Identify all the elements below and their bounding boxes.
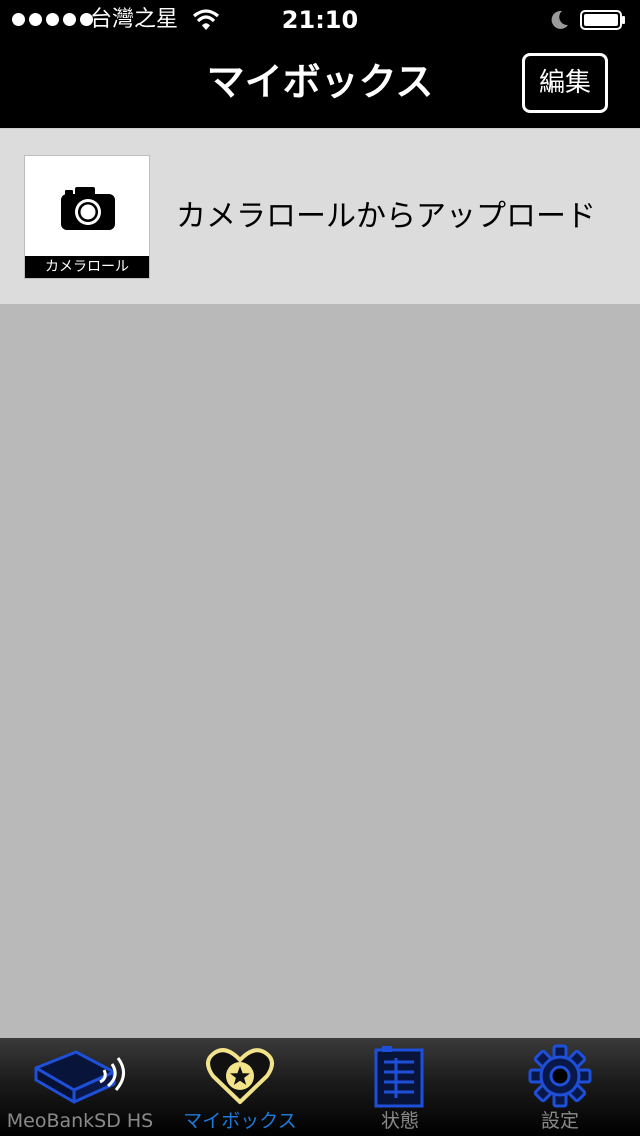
device-wifi-icon (34, 1050, 125, 1104)
list-item-label: カメラロールからアップロード (176, 199, 596, 234)
navigation-bar: マイボックス 編集 (0, 40, 640, 128)
camera-roll-thumbnail: カメラロール (24, 155, 150, 279)
tab-label: マイボックス (183, 1110, 297, 1132)
heart-star-icon (206, 1048, 274, 1104)
gear-icon (528, 1044, 592, 1108)
do-not-disturb-moon-icon (551, 10, 568, 29)
thumbnail-label: カメラロール (25, 256, 149, 278)
tab-status[interactable]: 状態 (320, 1038, 480, 1136)
tab-meobanksd-hs[interactable]: MeoBankSD HS (0, 1038, 160, 1136)
camera-icon (61, 187, 115, 230)
tab-bar: MeoBankSD HS マイボックス 状態 設定 (0, 1038, 640, 1136)
status-time: 21:10 (281, 6, 359, 34)
tab-label: 設定 (540, 1110, 579, 1132)
tab-label: 状態 (380, 1110, 419, 1132)
status-bar: 台灣之星 21:10 (0, 0, 640, 40)
battery-icon (580, 10, 625, 30)
tab-label: MeoBankSD HS (6, 1110, 154, 1132)
tab-settings[interactable]: 設定 (480, 1038, 640, 1136)
list-item-camera-roll-upload[interactable]: カメラロール カメラロールからアップロード (0, 128, 640, 304)
status-document-icon (374, 1046, 424, 1108)
tab-mybox[interactable]: マイボックス (160, 1038, 320, 1136)
edit-button[interactable]: 編集 (522, 53, 608, 113)
